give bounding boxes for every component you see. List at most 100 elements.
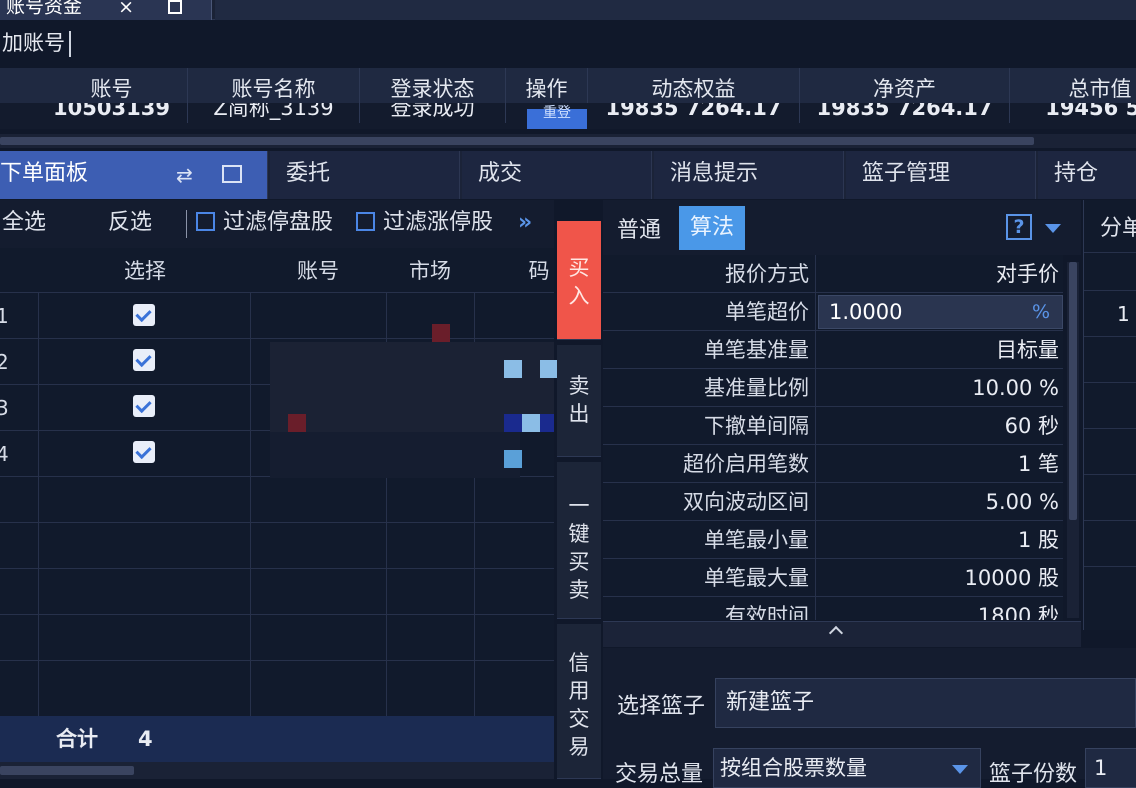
invert-selection-button[interactable]: 反选 bbox=[108, 200, 152, 248]
param-value[interactable]: 1 笔 bbox=[817, 445, 1059, 483]
tab-algorithm[interactable]: 算法 bbox=[679, 206, 745, 250]
cell-login-status: 登录成功 bbox=[360, 103, 506, 123]
close-icon[interactable]: × bbox=[118, 0, 134, 18]
param-value[interactable]: 1800 秒 bbox=[817, 597, 1059, 620]
restore-icon[interactable] bbox=[168, 0, 183, 14]
order-mode-bar: 普通 算法 ? bbox=[603, 200, 1081, 255]
grid-horizontal-scrollbar[interactable] bbox=[0, 762, 554, 779]
filter-limit-up-checkbox[interactable]: 过滤涨停股 bbox=[356, 200, 493, 248]
param-row[interactable]: 单笔最小量 1 股 bbox=[603, 521, 1063, 559]
accounts-horizontal-scrollbar[interactable] bbox=[0, 134, 1136, 148]
col-net-assets[interactable]: 净资产 bbox=[800, 68, 1010, 108]
restore-icon[interactable] bbox=[222, 165, 242, 183]
col-account[interactable]: 账号 bbox=[36, 68, 188, 108]
basket-select[interactable]: 新建篮子 bbox=[715, 678, 1136, 728]
row-index: 1 bbox=[0, 304, 9, 328]
param-row[interactable]: 下撤单间隔 60 秒 bbox=[603, 407, 1063, 445]
cell-divider bbox=[815, 597, 816, 620]
cell-divider bbox=[815, 255, 816, 293]
sell-char: 出 bbox=[568, 402, 590, 426]
param-value[interactable]: 对手价 bbox=[817, 255, 1059, 293]
param-value[interactable]: 5.00 % bbox=[817, 483, 1059, 521]
tab-order-panel[interactable]: 下单面板 ⇄ bbox=[0, 151, 268, 199]
param-value[interactable]: 10.00 % bbox=[817, 369, 1059, 407]
accounts-table-row[interactable]: 10503139 Z简称_3139 登录成功 重登 19835 7264.17 … bbox=[0, 103, 1136, 129]
tab-orders[interactable]: 委托 bbox=[270, 151, 460, 199]
relogin-button[interactable]: 重登 bbox=[527, 106, 587, 129]
tab-positions[interactable]: 持仓 bbox=[1038, 151, 1136, 199]
top-tab-bar: 账号资金 × bbox=[0, 0, 1136, 20]
grid-line bbox=[250, 292, 251, 716]
param-row[interactable]: 有效时间 1800 秒 bbox=[603, 597, 1063, 620]
param-row[interactable]: 单笔基准量 目标量 bbox=[603, 331, 1063, 369]
help-icon[interactable]: ? bbox=[1006, 214, 1032, 240]
param-value[interactable]: 10000 股 bbox=[817, 559, 1059, 597]
param-row[interactable]: 单笔最大量 10000 股 bbox=[603, 559, 1063, 597]
credit-char: 易 bbox=[568, 735, 590, 759]
row-checkbox[interactable] bbox=[133, 441, 155, 463]
row-index: 2 bbox=[0, 350, 9, 374]
select-all-button[interactable]: 全选 bbox=[2, 200, 46, 248]
param-value[interactable]: 1 股 bbox=[817, 521, 1059, 559]
row-index: 3 bbox=[0, 396, 9, 420]
param-row[interactable]: 单笔超价 1.0000 % bbox=[603, 293, 1063, 331]
grid-line bbox=[1084, 382, 1136, 383]
filter-suspended-checkbox[interactable]: 过滤停盘股 bbox=[196, 200, 333, 248]
overprice-input[interactable]: 1.0000 % bbox=[818, 295, 1063, 329]
row-checkbox[interactable] bbox=[133, 395, 155, 417]
row-checkbox[interactable] bbox=[133, 304, 155, 326]
col-action[interactable]: 操作 bbox=[506, 68, 588, 108]
scrollbar-thumb[interactable] bbox=[0, 766, 134, 775]
param-value[interactable]: 60 秒 bbox=[817, 407, 1059, 445]
param-row[interactable]: 报价方式 对手价 bbox=[603, 255, 1063, 293]
cell-divider bbox=[815, 331, 816, 369]
col-grid-account[interactable]: 账号 bbox=[250, 248, 386, 292]
col-select[interactable]: 选择 bbox=[40, 248, 250, 292]
percent-unit: % bbox=[1031, 301, 1050, 323]
grid-line bbox=[1084, 428, 1136, 429]
param-row[interactable]: 超价启用笔数 1 笔 bbox=[603, 445, 1063, 483]
param-label: 单笔最小量 bbox=[704, 528, 809, 552]
params-vertical-scrollbar[interactable] bbox=[1067, 262, 1079, 618]
more-chevron-icon[interactable]: » bbox=[518, 200, 532, 248]
col-dynamic-equity[interactable]: 动态权益 bbox=[588, 68, 800, 108]
tab-messages[interactable]: 消息提示 bbox=[654, 151, 844, 199]
redacted-pixel bbox=[504, 360, 522, 378]
add-account-field[interactable]: 加账号 bbox=[0, 24, 71, 62]
tab-account-funds[interactable]: 账号资金 × bbox=[0, 0, 212, 20]
col-market[interactable]: 市场 bbox=[386, 248, 474, 292]
algo-params-table: 报价方式 对手价 单笔超价 1.0000 % 单笔基准量 目标量 基准量比例 10.0… bbox=[603, 255, 1063, 620]
col-market-value[interactable]: 总市值 bbox=[1010, 68, 1136, 108]
sell-char: 卖 bbox=[568, 374, 590, 398]
one-key-trade-button[interactable]: 一 键 买 卖 bbox=[557, 462, 601, 619]
param-row[interactable]: 双向波动区间 5.00 % bbox=[603, 483, 1063, 521]
cell-divider bbox=[815, 445, 816, 483]
scrollbar-thumb[interactable] bbox=[1069, 262, 1077, 520]
basket-copies-input[interactable]: 1 bbox=[1085, 748, 1136, 788]
row-checkbox[interactable] bbox=[133, 349, 155, 371]
param-label: 双向波动区间 bbox=[683, 490, 809, 514]
param-label: 单笔最大量 bbox=[704, 566, 809, 590]
dropdown-arrow-icon[interactable] bbox=[1045, 224, 1061, 233]
credit-trade-button[interactable]: 信 用 交 易 bbox=[557, 624, 601, 779]
col-login-status[interactable]: 登录状态 bbox=[360, 68, 506, 108]
buy-button[interactable]: 买 入 bbox=[557, 221, 601, 340]
tab-trades[interactable]: 成交 bbox=[462, 151, 652, 199]
collapse-toggle[interactable] bbox=[603, 621, 1081, 647]
col-account-name[interactable]: 账号名称 bbox=[188, 68, 360, 108]
chevron-up-icon bbox=[828, 625, 844, 641]
trade-total-value: 按组合股票数量 bbox=[720, 756, 867, 780]
sell-button[interactable]: 卖 出 bbox=[557, 345, 601, 457]
param-row[interactable]: 基准量比例 10.00 % bbox=[603, 369, 1063, 407]
checkbox-icon bbox=[196, 211, 215, 231]
tab-basket-management[interactable]: 篮子管理 bbox=[846, 151, 1036, 199]
cell-net-assets: 19835 7264.17 bbox=[800, 103, 1010, 123]
grid-line bbox=[0, 568, 554, 569]
tab-normal[interactable]: 普通 bbox=[617, 212, 661, 244]
trade-total-select[interactable]: 按组合股票数量 bbox=[713, 748, 981, 788]
param-value[interactable]: 目标量 bbox=[817, 331, 1059, 369]
scrollbar-thumb[interactable] bbox=[0, 137, 1034, 145]
swap-icon[interactable]: ⇄ bbox=[176, 152, 193, 198]
grid-line bbox=[1084, 252, 1136, 253]
cell-market-value: 19456 55 bbox=[1045, 103, 1136, 120]
